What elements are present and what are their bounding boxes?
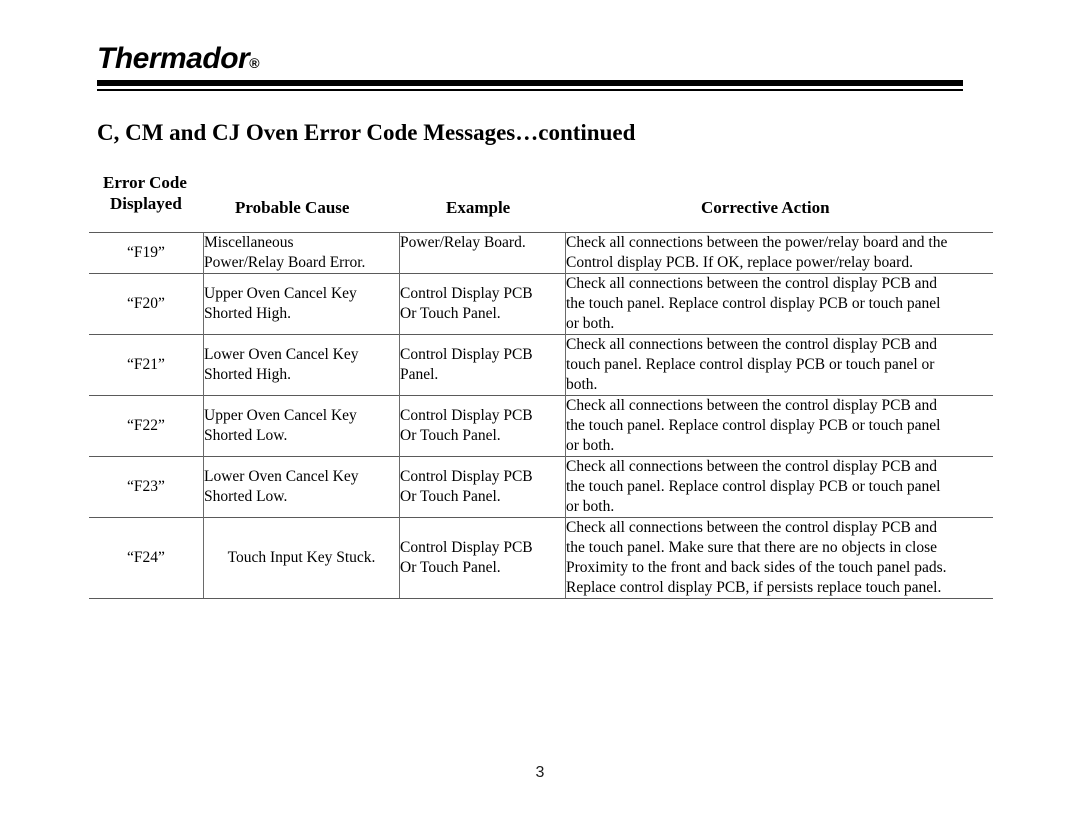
table-row: “F22” Upper Oven Cancel Key Shorted Low.…	[89, 395, 993, 457]
masthead: Thermador®	[97, 44, 963, 74]
cell-probable-cause: Upper Oven Cancel Key Shorted High.	[203, 273, 400, 335]
cell-error-code: “F19”	[89, 232, 204, 274]
table-header-row: Error Code Displayed Probable Cause Exam…	[89, 172, 990, 228]
table-row: “F20” Upper Oven Cancel Key Shorted High…	[89, 273, 993, 335]
example-line: Or Touch Panel.	[400, 488, 501, 505]
table-row: “F24” Touch Input Key Stuck. Control Dis…	[89, 517, 993, 599]
page-title: C, CM and CJ Oven Error Code Messages…co…	[97, 120, 636, 145]
example-line: Or Touch Panel.	[400, 305, 501, 322]
example-line: Panel.	[400, 366, 439, 383]
cell-corrective-action: Check all connections between the power/…	[565, 232, 993, 274]
action-line: Check all connections between the contro…	[566, 519, 938, 536]
page-number: 3	[535, 764, 545, 781]
cell-probable-cause: Lower Oven Cancel Key Shorted Low.	[203, 456, 400, 518]
example-line: Or Touch Panel.	[400, 427, 501, 444]
error-code-table-body: “F19” Miscellaneous Power/Relay Board Er…	[89, 232, 993, 599]
cause-line: Lower Oven Cancel Key	[204, 468, 359, 485]
cell-example: Control Display PCB Or Touch Panel.	[399, 517, 566, 599]
cell-error-code: “F22”	[89, 395, 204, 457]
document-page: Thermador® C, CM and CJ Oven Error Code …	[0, 0, 1080, 834]
example-line: Or Touch Panel.	[400, 559, 501, 576]
example-line: Control Display PCB	[400, 468, 533, 485]
cause-line: Shorted High.	[204, 305, 291, 322]
action-line: Check all connections between the contro…	[566, 458, 938, 475]
cell-error-code: “F20”	[89, 273, 204, 335]
column-header-corrective-action: Corrective Action	[701, 198, 830, 217]
cell-example: Control Display PCB Or Touch Panel.	[399, 273, 566, 335]
cause-line: Miscellaneous	[204, 234, 294, 251]
action-line: Check all connections between the power/…	[566, 234, 948, 251]
cell-corrective-action: Check all connections between the contro…	[565, 273, 993, 335]
action-line: Check all connections between the contro…	[566, 397, 938, 414]
masthead-rule-thin	[97, 89, 963, 91]
cell-error-code: “F24”	[89, 517, 204, 599]
column-header-example: Example	[446, 198, 511, 217]
action-line: or both.	[566, 315, 615, 332]
action-line: Replace control display PCB, if persists…	[566, 579, 942, 596]
column-header-error-code: Error Code Displayed	[103, 172, 187, 214]
action-line: Check all connections between the contro…	[566, 336, 938, 353]
action-line: both.	[566, 376, 598, 393]
cause-line: Upper Oven Cancel Key	[204, 407, 357, 424]
cause-line: Shorted High.	[204, 366, 291, 383]
cell-example: Control Display PCB Panel.	[399, 334, 566, 396]
cell-corrective-action: Check all connections between the contro…	[565, 395, 993, 457]
example-line: Control Display PCB	[400, 346, 533, 363]
action-line: the touch panel. Make sure that there ar…	[566, 539, 938, 556]
cause-line: Lower Oven Cancel Key	[204, 346, 359, 363]
example-line: Control Display PCB	[400, 407, 533, 424]
column-header-probable-cause: Probable Cause	[235, 198, 350, 217]
error-code-table: “F19” Miscellaneous Power/Relay Board Er…	[89, 232, 993, 599]
masthead-rule-thick	[97, 80, 963, 86]
cause-line: Shorted Low.	[204, 488, 288, 505]
action-line: or both.	[566, 437, 615, 454]
action-line: the touch panel. Replace control display…	[566, 478, 941, 495]
action-line: the touch panel. Replace control display…	[566, 417, 941, 434]
cell-corrective-action: Check all connections between the contro…	[565, 334, 993, 396]
example-line: Power/Relay Board.	[400, 234, 526, 251]
cell-example: Control Display PCB Or Touch Panel.	[399, 456, 566, 518]
cell-probable-cause: Upper Oven Cancel Key Shorted Low.	[203, 395, 400, 457]
example-line: Control Display PCB	[400, 539, 533, 556]
brand-name: Thermador	[97, 42, 250, 75]
cell-corrective-action: Check all connections between the contro…	[565, 456, 993, 518]
cell-probable-cause: Miscellaneous Power/Relay Board Error.	[203, 232, 400, 274]
cause-line: Power/Relay Board Error.	[204, 254, 366, 271]
cell-probable-cause: Touch Input Key Stuck.	[203, 517, 400, 599]
column-header-error-code-line2: Displayed	[110, 194, 182, 213]
action-line: Proximity to the front and back sides of…	[566, 559, 947, 576]
cell-example: Control Display PCB Or Touch Panel.	[399, 395, 566, 457]
cause-line: Shorted Low.	[204, 427, 288, 444]
action-line: Control display PCB. If OK, replace powe…	[566, 254, 913, 271]
action-line: or both.	[566, 498, 615, 515]
cell-example: Power/Relay Board.	[399, 232, 566, 274]
cell-error-code: “F23”	[89, 456, 204, 518]
cause-line: Touch Input Key Stuck.	[227, 549, 376, 566]
registered-trademark-icon: ®	[249, 55, 260, 71]
cell-corrective-action: Check all connections between the contro…	[565, 517, 993, 599]
table-row: “F19” Miscellaneous Power/Relay Board Er…	[89, 232, 993, 274]
example-line: Control Display PCB	[400, 285, 533, 302]
action-line: Check all connections between the contro…	[566, 275, 938, 292]
column-header-error-code-line1: Error Code	[103, 173, 187, 192]
cause-line: Upper Oven Cancel Key	[204, 285, 357, 302]
cell-probable-cause: Lower Oven Cancel Key Shorted High.	[203, 334, 400, 396]
action-line: touch panel. Replace control display PCB…	[566, 356, 935, 373]
table-row: “F21” Lower Oven Cancel Key Shorted High…	[89, 334, 993, 396]
action-line: the touch panel. Replace control display…	[566, 295, 941, 312]
cell-error-code: “F21”	[89, 334, 204, 396]
brand-logo: Thermador®	[97, 44, 963, 74]
table-row: “F23” Lower Oven Cancel Key Shorted Low.…	[89, 456, 993, 518]
error-code-table-wrapper: Error Code Displayed Probable Cause Exam…	[89, 172, 993, 599]
